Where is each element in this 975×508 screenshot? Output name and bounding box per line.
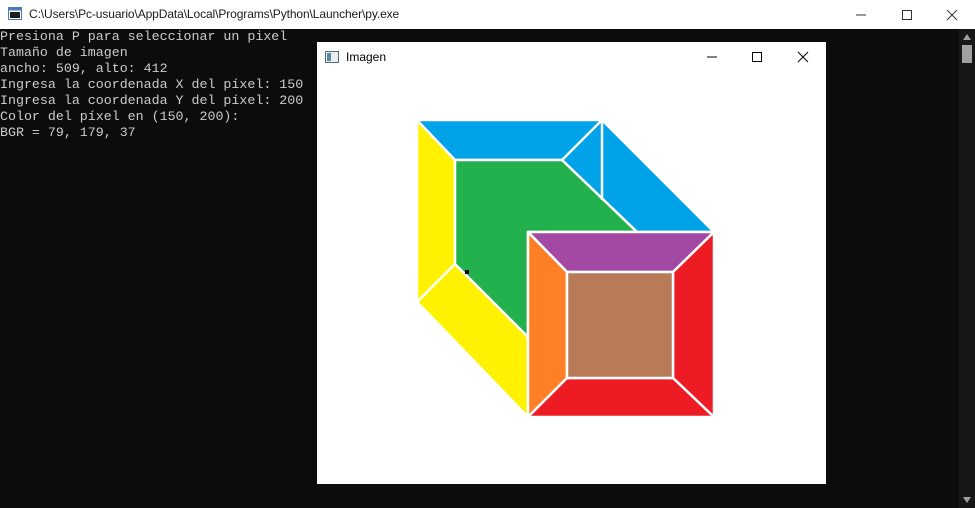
close-icon <box>797 51 809 62</box>
scroll-up-icon[interactable] <box>963 34 971 40</box>
cube-image-canvas[interactable] <box>317 72 826 484</box>
minimize-icon <box>856 14 866 15</box>
image-close-button[interactable] <box>780 42 826 71</box>
console-close-button[interactable] <box>929 0 975 29</box>
minimize-icon <box>707 56 717 57</box>
pixel-marker <box>465 270 469 274</box>
cube-drawing <box>415 118 716 419</box>
console-scrollbar[interactable] <box>959 29 975 508</box>
image-maximize-button[interactable] <box>734 42 780 71</box>
console-window-title: C:\Users\Pc-usuario\AppData\Local\Progra… <box>29 7 400 21</box>
scroll-down-icon[interactable] <box>963 497 971 503</box>
console-maximize-button[interactable] <box>884 0 930 29</box>
image-window-app-icon <box>325 50 339 63</box>
image-window-titlebar[interactable]: Imagen <box>317 42 826 72</box>
cube-face-inner-back <box>565 270 675 380</box>
close-icon <box>946 9 958 20</box>
image-window-title: Imagen <box>346 50 387 64</box>
image-window[interactable]: Imagen <box>317 42 826 484</box>
scrollbar-thumb[interactable] <box>962 45 972 63</box>
maximize-icon <box>752 51 762 62</box>
maximize-icon <box>902 9 912 20</box>
console-app-icon <box>8 7 22 20</box>
console-titlebar[interactable]: C:\Users\Pc-usuario\AppData\Local\Progra… <box>0 0 975 29</box>
console-minimize-button[interactable] <box>838 0 884 29</box>
image-minimize-button[interactable] <box>689 42 735 71</box>
